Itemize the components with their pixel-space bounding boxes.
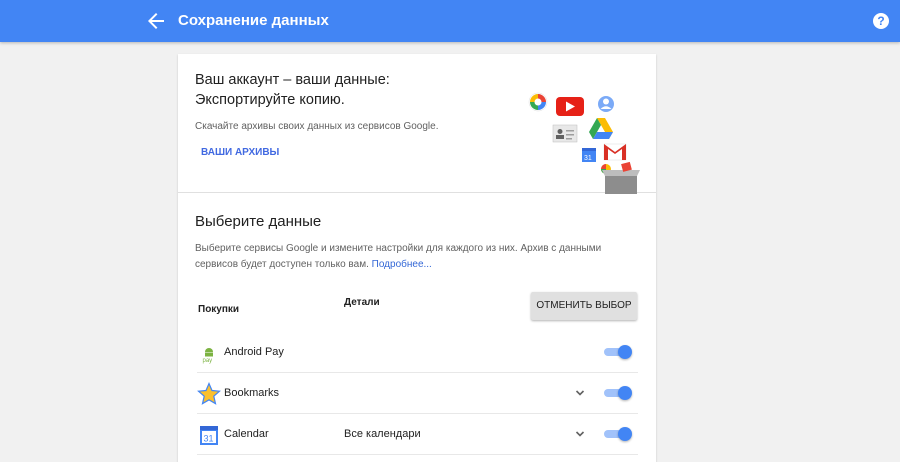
chevron-down-icon[interactable]	[573, 386, 587, 400]
column-header-details: Детали	[344, 297, 380, 308]
deselect-all-button[interactable]: ОТМЕНИТЬ ВЫБОР	[531, 292, 637, 320]
drive-icon	[589, 118, 613, 139]
toggle-android-pay[interactable]	[602, 345, 632, 359]
photos-icon	[528, 92, 548, 112]
table-row-android-pay: pay Android Pay	[197, 332, 638, 373]
learn-more-link[interactable]: Подробнее...	[372, 259, 432, 270]
toggle-calendar[interactable]	[602, 427, 632, 441]
android-pay-icon: pay	[203, 348, 213, 364]
table-row-bookmarks: Bookmarks	[197, 373, 638, 414]
hero-description: Скачайте архивы своих данных из сервисов…	[195, 121, 439, 132]
toggle-knob	[618, 427, 632, 441]
select-data-title: Выберите данные	[195, 213, 322, 230]
help-icon[interactable]: ?	[873, 13, 889, 29]
calendar-small-icon: 31	[582, 148, 596, 162]
table-row-calendar: 31 Calendar Все календари	[197, 414, 638, 455]
svg-text:31: 31	[204, 434, 214, 444]
toggle-knob	[618, 386, 632, 400]
hero-title-line1: Ваш аккаунт – ваши данные:	[195, 72, 390, 88]
takeout-card: Ваш аккаунт – ваши данные: Экспортируйте…	[178, 54, 656, 462]
hero-section: Ваш аккаунт – ваши данные: Экспортируйте…	[178, 54, 656, 194]
product-name: Android Pay	[224, 346, 284, 358]
column-header-products: Покупки	[198, 304, 240, 315]
app-header: Сохранение данных ?	[0, 0, 900, 42]
gmail-icon	[603, 143, 627, 161]
google-services-illustration: 31	[528, 92, 640, 194]
product-name: Bookmarks	[224, 387, 280, 399]
product-name: Calendar	[224, 428, 269, 440]
hero-title-line2: Экспортируйте копию.	[195, 92, 345, 108]
back-arrow-icon[interactable]	[144, 9, 168, 33]
svg-text:31: 31	[584, 155, 592, 162]
toggle-bookmarks[interactable]	[602, 386, 632, 400]
hero-title: Ваш аккаунт – ваши данные: Экспортируйте…	[195, 70, 475, 110]
your-archives-link[interactable]: ВАШИ АРХИВЫ	[201, 147, 279, 158]
profile-icon	[598, 96, 614, 112]
calendar-icon: 31	[200, 426, 218, 445]
contacts-icon	[552, 124, 578, 143]
page-title: Сохранение данных	[178, 12, 329, 29]
youtube-icon	[556, 97, 584, 116]
svg-text:pay: pay	[203, 358, 213, 364]
select-data-description: Выберите сервисы Google и измените настр…	[195, 241, 645, 273]
chevron-down-icon[interactable]	[573, 427, 587, 441]
star-icon	[197, 382, 221, 405]
toggle-knob	[618, 345, 632, 359]
product-detail: Все календари	[344, 428, 421, 440]
